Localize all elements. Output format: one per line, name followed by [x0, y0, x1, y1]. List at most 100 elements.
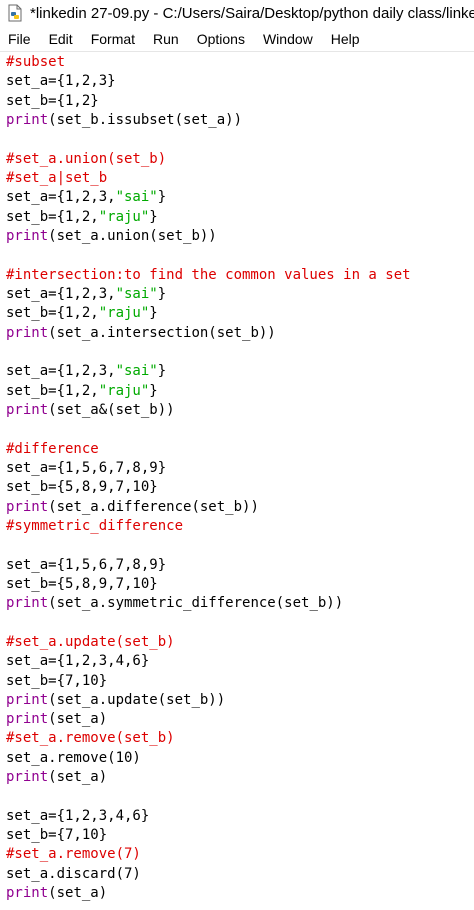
code-token-comment: #intersection:to find the common values …: [6, 266, 411, 283]
code-line[interactable]: set_a={1,5,6,7,8,9}: [6, 556, 474, 575]
menu-file[interactable]: File: [8, 31, 31, 47]
code-line[interactable]: print(set_a): [6, 884, 474, 903]
code-editor[interactable]: #subset set_a={1,2,3} set_b={1,2} print(set…: [0, 53, 474, 910]
code-token-default: (set_a): [48, 885, 108, 902]
code-token-comment: #set_a.remove(set_b): [6, 730, 175, 747]
code-token-default: set_a={1,2,3,4,6}: [6, 653, 150, 670]
code-text-area[interactable]: #subset set_a={1,2,3} set_b={1,2} print(set…: [0, 53, 474, 903]
code-token-default: set_b={7,10}: [6, 827, 108, 844]
code-token-default: set_a={1,5,6,7,8,9}: [6, 556, 167, 573]
code-line[interactable]: print(set_a.difference(set_b)): [6, 498, 474, 517]
code-line[interactable]: print(set_a.symmetric_difference(set_b)): [6, 594, 474, 613]
code-token-comment: #subset: [6, 54, 66, 70]
code-token-default: set_a={1,2,3,: [6, 363, 116, 380]
code-line[interactable]: set_a={1,2,3,"sai"}: [6, 285, 474, 304]
code-token-default: (set_a): [48, 711, 108, 728]
code-line[interactable]: set_b={5,8,9,7,10}: [6, 575, 474, 594]
code-line[interactable]: [6, 246, 474, 265]
code-line[interactable]: set_b={1,2,"raju"}: [6, 382, 474, 401]
code-line[interactable]: set_a={1,5,6,7,8,9}: [6, 459, 474, 478]
code-token-builtin: print: [6, 711, 49, 728]
code-token-default: set_b={5,8,9,7,10}: [6, 575, 158, 592]
code-line[interactable]: set_b={7,10}: [6, 826, 474, 845]
code-line[interactable]: print(set_a.update(set_b)): [6, 691, 474, 710]
code-token-builtin: print: [6, 595, 49, 612]
code-token-default: }: [157, 189, 167, 206]
code-line[interactable]: [6, 130, 474, 149]
code-token-string: "raju": [98, 208, 150, 225]
code-line[interactable]: set_b={1,2}: [6, 92, 474, 111]
code-token-default: (set_a.intersection(set_b)): [48, 324, 276, 341]
code-line[interactable]: #set_a|set_b: [6, 169, 474, 188]
window-title: *linkedin 27-09.py - C:/Users/Saira/Desk…: [30, 4, 474, 22]
code-line[interactable]: set_b={7,10}: [6, 672, 474, 691]
code-line[interactable]: set_a.remove(10): [6, 749, 474, 768]
code-token-comment: #difference: [6, 440, 99, 457]
code-line[interactable]: print(set_a.union(set_b)): [6, 227, 474, 246]
code-token-builtin: print: [6, 324, 49, 341]
code-line[interactable]: set_a={1,2,3,4,6}: [6, 807, 474, 826]
code-token-default: (set_a&(set_b)): [48, 401, 175, 418]
code-line[interactable]: [6, 343, 474, 362]
menu-run[interactable]: Run: [153, 31, 179, 47]
code-token-default: set_b={5,8,9,7,10}: [6, 479, 158, 496]
code-line[interactable]: print(set_a&(set_b)): [6, 401, 474, 420]
code-line[interactable]: set_b={5,8,9,7,10}: [6, 478, 474, 497]
code-token-default: (set_a.difference(set_b)): [48, 498, 259, 515]
code-token-default: }: [149, 305, 158, 322]
code-line[interactable]: set_a={1,2,3}: [6, 72, 474, 91]
menu-edit[interactable]: Edit: [49, 31, 73, 47]
code-token-builtin: print: [6, 885, 49, 902]
code-token-builtin: print: [6, 227, 49, 244]
code-line[interactable]: [6, 787, 474, 806]
menu-format[interactable]: Format: [91, 31, 135, 47]
code-token-default: set_b={1,2,: [6, 208, 99, 225]
code-token-default: }: [149, 208, 158, 225]
code-line[interactable]: print(set_a.intersection(set_b)): [6, 324, 474, 343]
python-file-icon: [8, 4, 22, 22]
code-line[interactable]: #set_a.union(set_b): [6, 150, 474, 169]
code-line[interactable]: set_b={1,2,"raju"}: [6, 208, 474, 227]
code-line[interactable]: #difference: [6, 440, 474, 459]
code-line[interactable]: print(set_a): [6, 710, 474, 729]
menu-window[interactable]: Window: [263, 31, 313, 47]
code-line[interactable]: #symmetric_difference: [6, 517, 474, 536]
menu-help[interactable]: Help: [331, 31, 360, 47]
code-line[interactable]: set_a.discard(7): [6, 865, 474, 884]
code-token-string: "sai": [115, 363, 158, 380]
code-token-comment: #set_a|set_b: [6, 169, 108, 186]
code-line[interactable]: #set_a.remove(7): [6, 845, 474, 864]
code-line[interactable]: #subset: [6, 53, 474, 72]
code-token-comment: #set_a.union(set_b): [6, 150, 167, 167]
code-line[interactable]: print(set_b.issubset(set_a)): [6, 111, 474, 130]
code-token-builtin: print: [6, 401, 49, 418]
code-token-comment: #symmetric_difference: [6, 517, 184, 534]
code-line[interactable]: set_a={1,2,3,4,6}: [6, 652, 474, 671]
menu-bar: File Edit Format Run Options Window Help: [0, 26, 474, 52]
code-token-default: (set_a.union(set_b)): [48, 227, 217, 244]
code-token-string: "sai": [115, 285, 158, 302]
code-token-default: set_a={1,2,3,4,6}: [6, 807, 150, 824]
code-line[interactable]: [6, 614, 474, 633]
code-token-default: set_a={1,2,3,: [6, 189, 116, 206]
code-line[interactable]: #intersection:to find the common values …: [6, 266, 474, 285]
code-token-default: }: [157, 363, 167, 380]
code-token-builtin: print: [6, 498, 49, 515]
code-line[interactable]: #set_a.remove(set_b): [6, 729, 474, 748]
code-token-builtin: print: [6, 769, 49, 786]
code-line[interactable]: [6, 420, 474, 439]
code-token-default: set_b={1,2,: [6, 305, 99, 322]
code-token-comment: #set_a.update(set_b): [6, 633, 175, 650]
code-line[interactable]: set_b={1,2,"raju"}: [6, 304, 474, 323]
code-token-default: set_a.discard(7): [6, 865, 141, 882]
code-line[interactable]: set_a={1,2,3,"sai"}: [6, 362, 474, 381]
code-token-default: set_a={1,2,3,: [6, 285, 116, 302]
menu-options[interactable]: Options: [197, 31, 245, 47]
code-line[interactable]: [6, 536, 474, 555]
code-token-string: "raju": [98, 382, 150, 399]
code-token-default: (set_b.issubset(set_a)): [48, 111, 243, 128]
code-line[interactable]: #set_a.update(set_b): [6, 633, 474, 652]
code-token-default: set_b={7,10}: [6, 672, 108, 689]
code-line[interactable]: set_a={1,2,3,"sai"}: [6, 188, 474, 207]
code-line[interactable]: print(set_a): [6, 768, 474, 787]
